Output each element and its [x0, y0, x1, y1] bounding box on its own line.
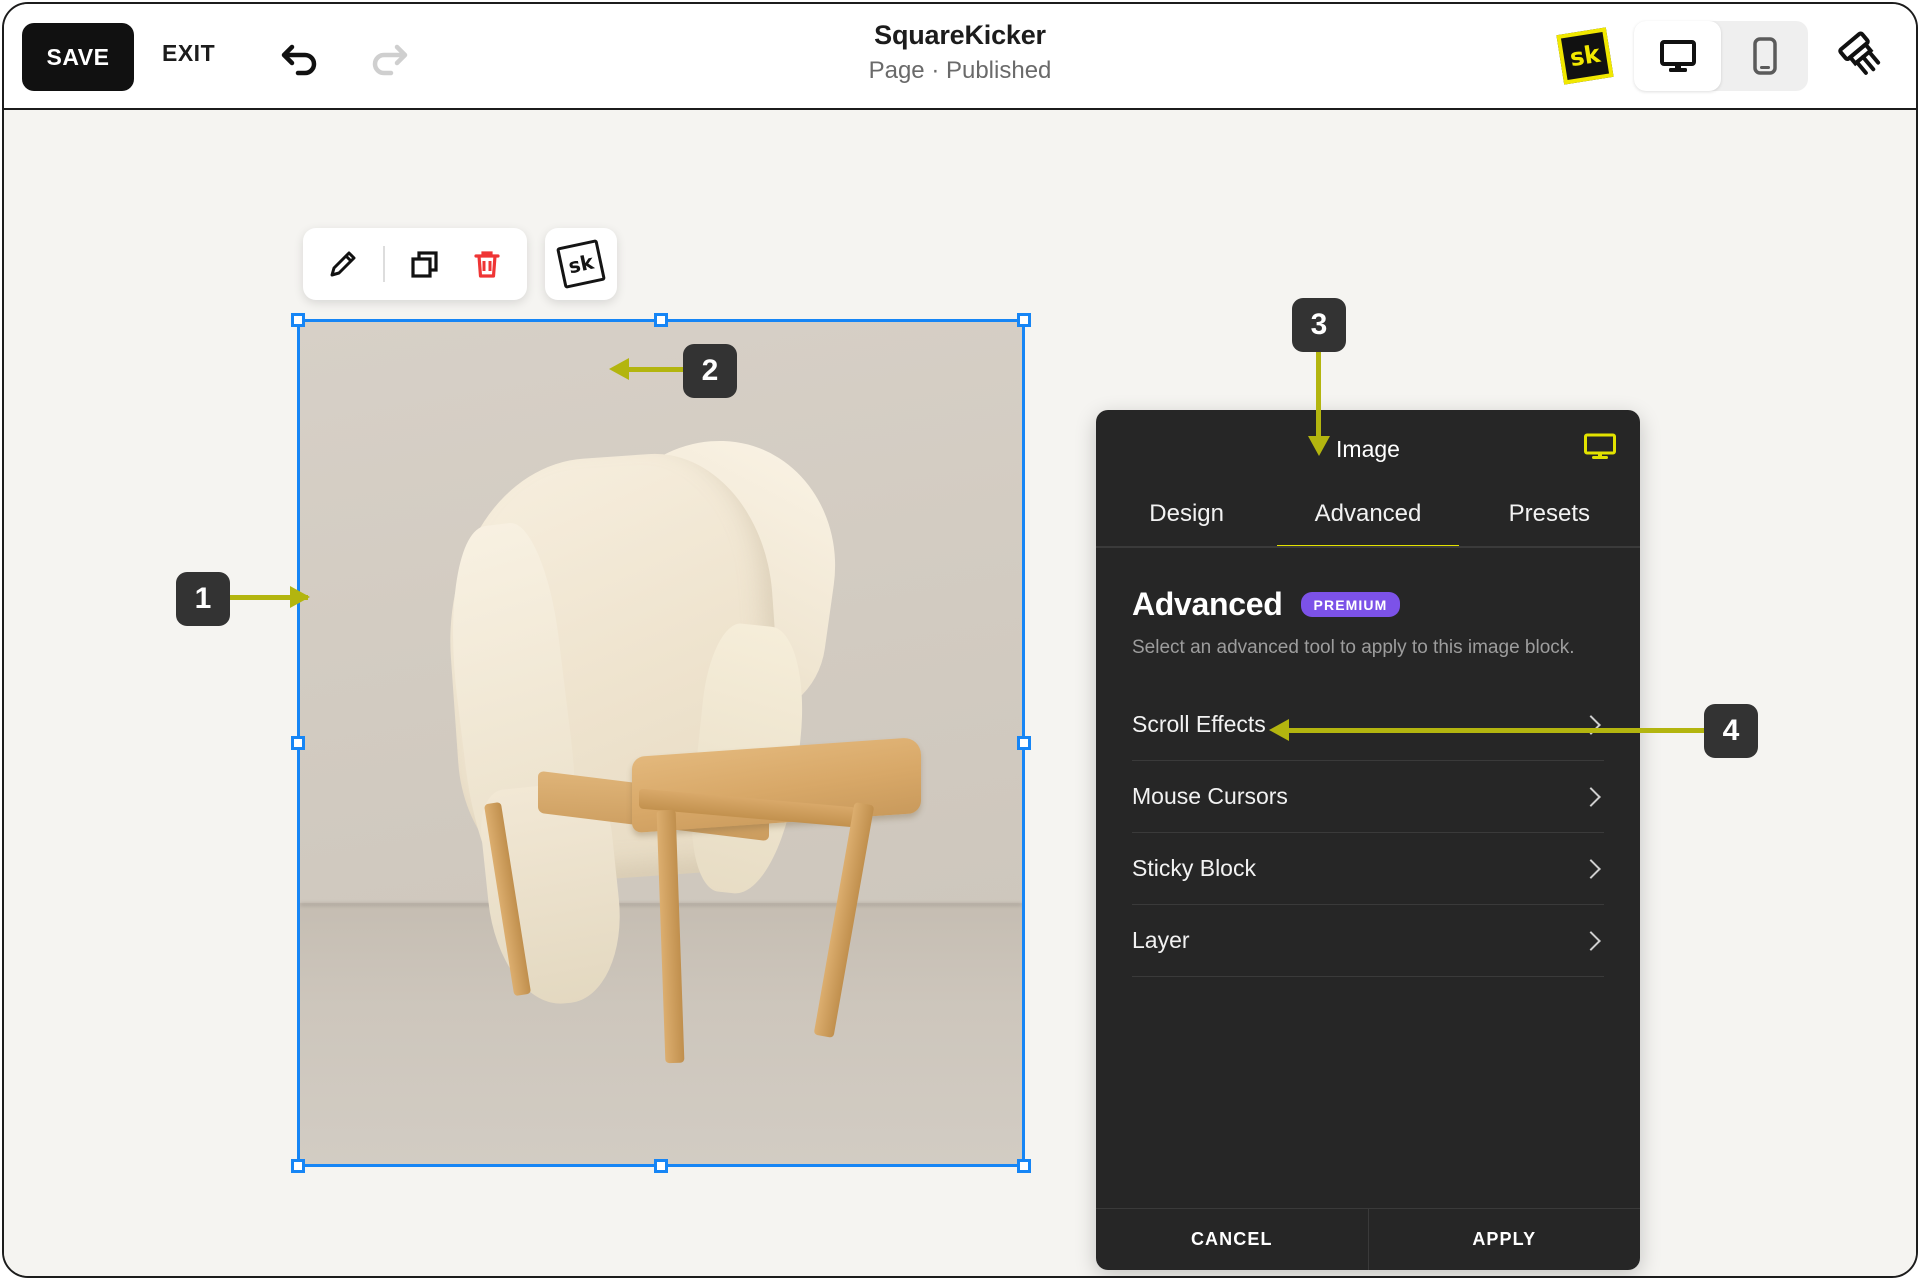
panel-tabs: Design Advanced Presets [1096, 482, 1640, 548]
squarekicker-logo-text: sk [1567, 39, 1603, 73]
desktop-monitor-icon [1659, 40, 1696, 72]
apply-button[interactable]: APPLY [1367, 1209, 1641, 1270]
squarekicker-panel: Image Design Advanced Presets Advanced P… [1096, 410, 1640, 1270]
exit-button[interactable]: EXIT [162, 40, 215, 67]
tab-advanced[interactable]: Advanced [1277, 482, 1459, 548]
tab-design-label: Design [1149, 499, 1225, 527]
squarekicker-logo-mark: sk [1556, 27, 1614, 85]
callout-4-arrowhead [1269, 719, 1289, 741]
duplicate-icon [411, 251, 438, 278]
apply-button-label: APPLY [1472, 1229, 1537, 1249]
callout-2-arrowhead [609, 358, 629, 380]
tab-advanced-label: Advanced [1314, 499, 1422, 527]
list-item-label: Scroll Effects [1132, 711, 1266, 737]
save-button-label: SAVE [46, 43, 110, 70]
pencil-icon [330, 251, 356, 277]
device-toggle-mobile[interactable] [1721, 21, 1808, 91]
list-item-label: Sticky Block [1132, 855, 1256, 881]
app-frame: SAVE EXIT SquareKicker Page · Published … [2, 2, 1918, 1278]
toolbar-divider [383, 246, 385, 282]
callout-3-arrowhead [1308, 436, 1330, 456]
delete-block-button[interactable] [465, 242, 509, 286]
undo-arrow-icon [281, 44, 317, 76]
panel-device-toggle[interactable] [1582, 432, 1618, 462]
callout-badge-2-number: 2 [701, 354, 719, 387]
resize-handle-top-left[interactable] [291, 313, 305, 327]
squarekicker-block-mark: sk [556, 239, 606, 289]
device-view-toggle[interactable] [1634, 21, 1808, 91]
list-item-label: Layer [1132, 927, 1190, 953]
editor-canvas: sk Image Design Advanced Presets Advance… [4, 110, 1916, 1276]
advanced-header: Advanced PREMIUM [1096, 548, 1640, 623]
resize-handle-top-center[interactable] [654, 313, 668, 327]
cancel-button[interactable]: CANCEL [1096, 1209, 1368, 1270]
callout-4-line [1287, 728, 1707, 733]
save-button[interactable]: SAVE [22, 23, 134, 91]
callout-1-arrowhead [290, 586, 310, 608]
chevron-right-icon [1581, 930, 1601, 951]
top-toolbar: SAVE EXIT SquareKicker Page · Published … [4, 4, 1916, 110]
device-toggle-desktop[interactable] [1634, 21, 1721, 91]
paintbrush-icon [1838, 31, 1881, 75]
resize-handle-middle-right[interactable] [1017, 736, 1031, 750]
selected-image-block[interactable] [291, 313, 1031, 1173]
resize-handle-bottom-right[interactable] [1017, 1159, 1031, 1173]
block-action-toolbar [303, 228, 527, 300]
callout-badge-2: 2 [683, 344, 737, 398]
list-item-scroll-effects[interactable]: Scroll Effects [1132, 689, 1604, 761]
panel-body: Advanced PREMIUM Select an advanced tool… [1096, 548, 1640, 977]
tab-presets[interactable]: Presets [1459, 482, 1640, 548]
advanced-description: Select an advanced tool to apply to this… [1132, 637, 1575, 658]
callout-badge-3-number: 3 [1310, 308, 1328, 341]
desktop-monitor-icon [1584, 433, 1616, 459]
exit-button-label: EXIT [162, 40, 216, 66]
resize-handle-bottom-left[interactable] [291, 1159, 305, 1173]
chevron-right-icon [1581, 786, 1601, 807]
resize-handle-bottom-center[interactable] [654, 1159, 668, 1173]
list-item-sticky-block[interactable]: Sticky Block [1132, 833, 1604, 905]
list-item-layer[interactable]: Layer [1132, 905, 1604, 977]
callout-badge-1-number: 1 [194, 582, 212, 615]
advanced-heading: Advanced [1132, 586, 1283, 622]
premium-badge: PREMIUM [1300, 592, 1401, 617]
edit-block-button[interactable] [321, 242, 365, 286]
list-item-label: Mouse Cursors [1132, 783, 1288, 809]
squarekicker-logo[interactable]: sk [1556, 27, 1614, 85]
duplicate-block-button[interactable] [403, 242, 447, 286]
panel-title: Image [1336, 436, 1400, 462]
image-photo [300, 322, 1022, 1164]
style-brush-button[interactable] [1832, 26, 1894, 88]
callout-badge-4: 4 [1704, 704, 1758, 758]
chevron-right-icon [1581, 858, 1601, 879]
panel-footer: CANCEL APPLY [1096, 1208, 1640, 1270]
redo-button[interactable] [359, 28, 417, 86]
squarekicker-block-text: sk [566, 249, 596, 279]
resize-handle-top-right[interactable] [1017, 313, 1031, 327]
undo-button[interactable] [272, 28, 330, 86]
mobile-phone-icon [1752, 37, 1777, 75]
trash-icon [474, 251, 500, 278]
list-item-mouse-cursors[interactable]: Mouse Cursors [1132, 761, 1604, 833]
callout-badge-4-number: 4 [1722, 714, 1740, 747]
tab-presets-label: Presets [1508, 499, 1590, 527]
squarekicker-block-button[interactable]: sk [545, 228, 617, 300]
tab-design[interactable]: Design [1096, 482, 1277, 548]
resize-handle-middle-left[interactable] [291, 736, 305, 750]
callout-3-line [1316, 350, 1321, 444]
redo-arrow-icon [372, 44, 408, 76]
callout-badge-3: 3 [1292, 298, 1346, 352]
callout-badge-1: 1 [176, 572, 230, 626]
cancel-button-label: CANCEL [1190, 1229, 1273, 1249]
callout-2-line [625, 367, 687, 372]
